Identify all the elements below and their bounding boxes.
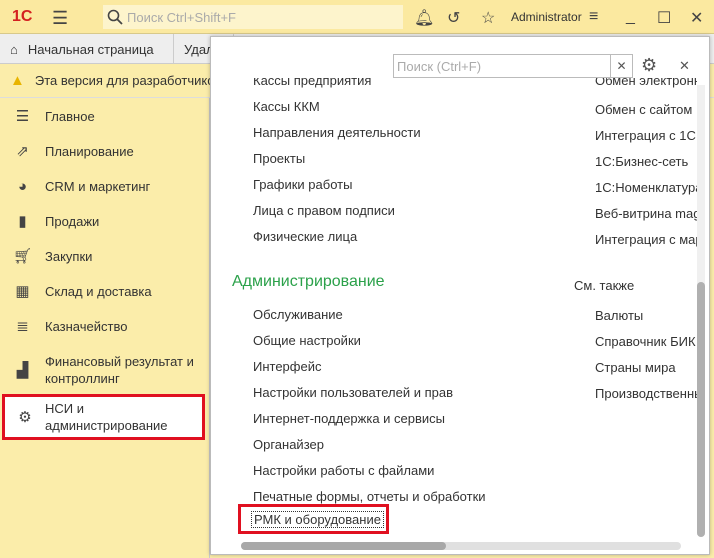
user-name[interactable]: Administrator [511, 10, 582, 24]
close-panel-icon[interactable]: ✕ [679, 58, 690, 74]
link-item[interactable]: Физические лица [253, 229, 357, 244]
vertical-scrollbar-thumb[interactable] [697, 282, 705, 537]
sidebar-item-label: Финансовый результат и контроллинг [45, 354, 194, 386]
see-also-title: См. также [574, 278, 635, 293]
link-item[interactable]: Интеграция с мар [595, 232, 697, 247]
link-item[interactable]: 1С:Бизнес-сеть [595, 154, 697, 169]
link-item[interactable]: Производственный [595, 386, 697, 401]
link-item-rmk[interactable]: РМК и оборудование [251, 511, 384, 528]
home-icon: ⌂ [10, 41, 18, 57]
link-item[interactable]: Валюты [595, 308, 697, 323]
section-panel: Поиск (Ctrl+F) ✕ ⚙ ✕ Кассы предприятия Ка… [210, 36, 710, 555]
warning-icon: ▲ [10, 72, 25, 89]
link-item[interactable]: Настройки работы с файлами [253, 463, 434, 478]
global-search-input[interactable]: Поиск Ctrl+Shift+F [103, 5, 403, 29]
sidebar-item-label: Казначейство [45, 318, 128, 334]
coins-icon: ≣ [16, 318, 29, 335]
sidebar-item-warehouse[interactable]: ▦ Склад и доставка [0, 281, 210, 301]
top-bar: 1С ☰ Поиск Ctrl+Shift+F 🔔︎ ↺ ☆ Administr… [0, 0, 714, 34]
close-icon[interactable]: ✕ [690, 8, 703, 28]
sidebar-item-label: НСИ и администрирование [45, 401, 168, 433]
gear-icon: ⚙ [18, 409, 32, 426]
maximize-icon[interactable]: ☐ [657, 8, 671, 28]
link-item[interactable]: Общие настройки [253, 333, 361, 348]
link-item[interactable]: Интерфейс [253, 359, 321, 374]
link-item[interactable]: Обслуживание [253, 307, 343, 322]
warning-text: Эта версия для разработчиков [34, 73, 222, 88]
app-logo: 1С [12, 8, 33, 25]
tab-home[interactable]: ⌂ Начальная страница [0, 34, 174, 64]
sidebar-item-main[interactable]: ☰ Главное [0, 106, 210, 126]
link-item[interactable]: Настройки пользователей и прав [253, 385, 453, 400]
link-item[interactable]: Интернет-поддержка и сервисы [253, 411, 445, 426]
tab-label: Начальная страница [27, 41, 154, 57]
history-icon[interactable]: ↺ [447, 8, 460, 28]
link-item[interactable]: Органайзер [253, 437, 324, 452]
sidebar-item-label: Продажи [45, 213, 100, 229]
search-icon [107, 9, 123, 25]
sidebar-item-label: Склад и доставка [45, 283, 152, 299]
link-item[interactable]: Проекты [253, 151, 305, 166]
link-item[interactable]: Кассы предприятия [253, 78, 371, 88]
link-item[interactable]: Справочник БИК [595, 334, 697, 349]
gear-icon[interactable]: ⚙ [641, 55, 657, 76]
section-title: Администрирование [232, 273, 385, 290]
settings-menu-icon[interactable]: ≡ [589, 8, 598, 26]
warehouse-icon: ▦ [15, 283, 30, 300]
shopping-bag-icon: ▮ [18, 213, 27, 230]
sidebar-item-treasury[interactable]: ≣ Казначейство [0, 316, 210, 336]
sidebar-item-label: Планирование [45, 143, 134, 159]
menu-icon: ☰ [15, 108, 30, 125]
link-item[interactable]: 1С:Номенклатура [595, 180, 697, 195]
search-placeholder: Поиск Ctrl+Shift+F [127, 9, 236, 25]
planning-icon: ⇗ [16, 143, 29, 160]
sidebar-item-crm[interactable]: ◕ CRM и маркетинг [0, 176, 210, 196]
link-item[interactable]: Направления деятельности [253, 125, 421, 140]
sidebar-item-finance[interactable]: ▟ Финансовый результат и контроллинг [0, 352, 210, 388]
link-item[interactable]: Страны мира [595, 360, 697, 375]
link-item[interactable]: Печатные формы, отчеты и обработки [253, 489, 486, 504]
sidebar-item-label: Главное [45, 108, 95, 124]
sidebar-item-admin[interactable]: ⚙ НСИ и администрирование [2, 394, 205, 440]
star-icon[interactable]: ☆ [481, 8, 495, 28]
pie-chart-icon: ◕ [17, 177, 28, 195]
horizontal-scrollbar-thumb[interactable] [241, 542, 446, 550]
main-menu-icon[interactable]: ☰ [52, 8, 68, 29]
bar-chart-icon: ▟ [16, 362, 29, 379]
sidebar-item-planning[interactable]: ⇗ Планирование [0, 141, 210, 161]
sidebar: ☰ Главное ⇗ Планирование ◕ CRM и маркетинг … [0, 98, 210, 558]
link-item[interactable]: Обмен с сайтом [595, 102, 697, 117]
sidebar-item-purchases[interactable]: 🛒︎ Закупки [0, 246, 210, 266]
sidebar-item-label: Закупки [45, 248, 93, 264]
panel-search-input[interactable]: Поиск (Ctrl+F) ✕ [393, 54, 633, 78]
minimize-icon[interactable]: _ [626, 8, 635, 26]
bell-icon[interactable]: 🔔︎ [414, 8, 434, 28]
link-item[interactable]: Веб-витрина mag [595, 206, 697, 221]
clear-search-icon[interactable]: ✕ [610, 55, 632, 77]
search-placeholder: Поиск (Ctrl+F) [397, 58, 482, 74]
link-item[interactable]: Лица с правом подписи [253, 203, 395, 218]
cart-icon: 🛒︎ [12, 248, 33, 265]
sidebar-item-sales[interactable]: ▮ Продажи [0, 211, 210, 231]
link-item[interactable]: Кассы ККМ [253, 99, 320, 114]
sidebar-item-label: CRM и маркетинг [45, 178, 151, 194]
link-item[interactable]: Интеграция с 1С [595, 128, 697, 143]
link-item[interactable]: Графики работы [253, 177, 352, 192]
